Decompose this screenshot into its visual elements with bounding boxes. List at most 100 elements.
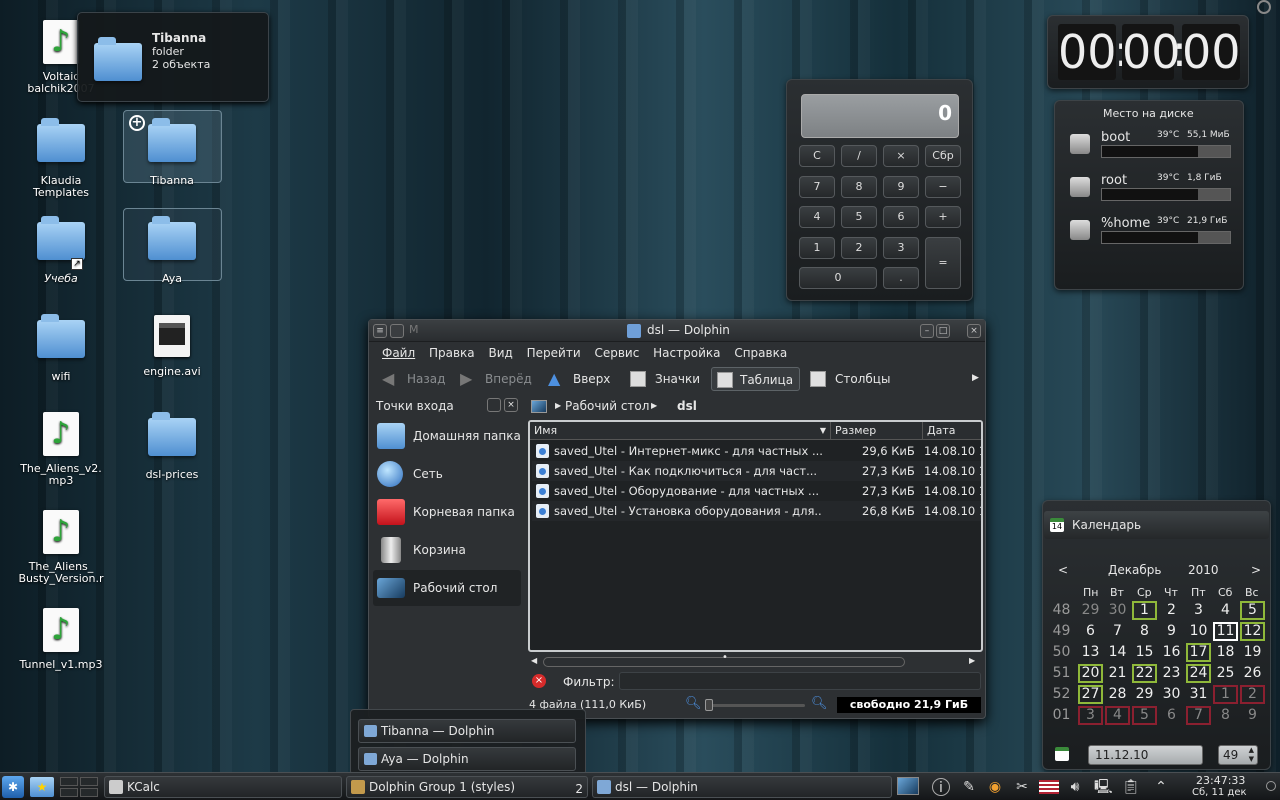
pen-icon[interactable]: ✎	[960, 778, 978, 796]
desktop-icon-klaudia-templates[interactable]: Klaudia Templates	[14, 116, 108, 199]
calc-clear-button[interactable]: C	[799, 145, 835, 167]
menu-view[interactable]: Вид	[483, 343, 517, 363]
calc-1-button[interactable]: 1	[799, 237, 835, 259]
places-item-network[interactable]: Сеть	[373, 456, 521, 492]
window-sticky-button[interactable]	[390, 324, 404, 338]
calendar-day[interactable]: 22	[1132, 664, 1157, 683]
zoom-in-icon[interactable]: 🔍︎	[811, 696, 828, 711]
column-header-date[interactable]: Дата	[922, 422, 981, 440]
menu-file[interactable]: Файл	[377, 343, 420, 363]
calendar-day[interactable]: 20	[1078, 664, 1103, 683]
calc-multiply-button[interactable]: ×	[883, 145, 919, 167]
calc-plus-button[interactable]: +	[925, 206, 961, 228]
pager-desktop-1[interactable]	[60, 777, 78, 786]
calendar-day[interactable]: 5	[1240, 601, 1265, 620]
calendar-day[interactable]: 2	[1159, 601, 1184, 620]
calc-4-button[interactable]: 4	[799, 206, 835, 228]
calendar-day[interactable]: 15	[1132, 643, 1157, 662]
file-row[interactable]: saved_Utel - Как подключиться - для част…	[532, 461, 981, 481]
popup-task-tibanna[interactable]: Tibanna — Dolphin	[358, 719, 576, 743]
view-columns-button[interactable]: Столбцы	[807, 367, 890, 391]
calendar-day[interactable]: 9	[1159, 622, 1184, 641]
calendar-day[interactable]: 31	[1186, 685, 1211, 704]
calendar-day[interactable]: 18	[1213, 643, 1238, 662]
calendar-day[interactable]: 17	[1186, 643, 1211, 662]
filter-input[interactable]	[619, 672, 981, 690]
add-selection-icon[interactable]: +	[129, 115, 145, 131]
calendar-day[interactable]: 19	[1240, 643, 1265, 662]
calendar-year[interactable]: 2010	[1188, 563, 1219, 577]
calendar-day[interactable]: 11	[1213, 622, 1238, 641]
calc-divide-button[interactable]: /	[841, 145, 877, 167]
scroll-right-icon[interactable]: ▶	[969, 656, 975, 665]
calendar-day[interactable]: 26	[1240, 664, 1265, 683]
calendar-day[interactable]: 7	[1186, 706, 1211, 725]
horizontal-scrollbar[interactable]: ◀ • ▶	[529, 652, 981, 668]
scrollbar-handle[interactable]: •	[543, 652, 905, 667]
forward-button[interactable]: ▶ Вперёд	[457, 367, 532, 391]
calendar-day[interactable]: 12	[1240, 622, 1265, 641]
pager-desktop-3[interactable]	[60, 788, 78, 797]
calendar-day[interactable]: 7	[1105, 622, 1130, 641]
task-dolphin-group[interactable]: Dolphin Group 1 (styles) 2	[346, 776, 588, 798]
calendar-day[interactable]: 6	[1078, 622, 1103, 641]
desktop-icon-ucheba[interactable]: ↗ Учеба	[14, 214, 108, 285]
calc-7-button[interactable]: 7	[799, 176, 835, 198]
calendar-day[interactable]: 29	[1132, 685, 1157, 704]
calendar-day[interactable]: 8	[1132, 622, 1157, 641]
window-close-button[interactable]: ×	[967, 324, 981, 338]
calendar-day[interactable]: 10	[1186, 622, 1211, 641]
calc-8-button[interactable]: 8	[841, 176, 877, 198]
tray-expand-icon[interactable]: ⌃	[1152, 778, 1170, 796]
back-button[interactable]: ◀ Назад	[379, 367, 445, 391]
menu-go[interactable]: Перейти	[522, 343, 586, 363]
calendar-month[interactable]: Декабрь	[1108, 563, 1161, 577]
desktop-icon-the-aliens-busty[interactable]: ♪ The_Aliens_ Busty_Version.r	[14, 508, 108, 585]
window-maximize-button[interactable]: □	[936, 324, 950, 338]
calendar-day[interactable]: 8	[1213, 706, 1238, 725]
filter-clear-icon[interactable]: ×	[532, 674, 546, 688]
desktop-icon-dsl-prices[interactable]: dsl-prices	[125, 410, 219, 481]
calendar-day[interactable]: 28	[1105, 685, 1130, 704]
view-table-button[interactable]: Таблица	[711, 367, 801, 391]
breadcrumb-parent[interactable]: Рабочий стол	[565, 399, 649, 413]
calendar-today-icon[interactable]	[1055, 747, 1069, 761]
crumb-separator-icon[interactable]: ▶	[651, 401, 657, 410]
menu-edit[interactable]: Правка	[424, 343, 480, 363]
desktop-icon-engine-avi[interactable]: engine.avi	[125, 312, 219, 378]
calendar-week-spinbox[interactable]: 49 ▲ ▼	[1218, 745, 1258, 765]
calendar-day[interactable]: 2	[1240, 685, 1265, 704]
volume-icon[interactable]: 🔊︎	[1066, 778, 1084, 796]
toolbar-overflow-icon[interactable]: ▶	[972, 373, 979, 383]
places-close-button[interactable]: ×	[504, 398, 518, 412]
favorites-folder-icon[interactable]: ★	[30, 777, 54, 797]
calendar-day[interactable]: 13	[1078, 643, 1103, 662]
calendar-day[interactable]: 23	[1159, 664, 1184, 683]
calc-5-button[interactable]: 5	[841, 206, 877, 228]
desktop-icon-wifi[interactable]: wifi	[14, 312, 108, 383]
places-item-trash[interactable]: Корзина	[373, 532, 521, 568]
window-titlebar[interactable]: ≡ M dsl — Dolphin – □ ×	[369, 320, 985, 342]
calendar-day[interactable]: 30	[1159, 685, 1184, 704]
column-header-size[interactable]: Размер	[830, 422, 922, 440]
places-item-desktop[interactable]: Рабочий стол	[373, 570, 521, 606]
file-row[interactable]: saved_Utel - Установка оборудования - дл…	[532, 501, 981, 521]
task-dolphin[interactable]: dsl — Dolphin	[592, 776, 892, 798]
calendar-day[interactable]: 3	[1186, 601, 1211, 620]
crumb-separator-icon[interactable]: ▶	[555, 401, 561, 410]
calendar-day[interactable]: 30	[1105, 601, 1130, 620]
pager-desktop-2[interactable]	[80, 777, 98, 786]
calc-dot-button[interactable]: .	[883, 267, 919, 289]
calc-equals-button[interactable]: =	[925, 237, 961, 289]
menu-tools[interactable]: Сервис	[589, 343, 644, 363]
task-kcalc[interactable]: KCalc	[104, 776, 342, 798]
scissors-icon[interactable]: ✂	[1013, 778, 1031, 796]
clipboard-icon[interactable]: 📋︎	[1122, 778, 1140, 796]
calendar-day[interactable]: 4	[1213, 601, 1238, 620]
popup-task-aya[interactable]: Aya — Dolphin	[358, 747, 576, 771]
desktop-icon-tunnel[interactable]: ♪ Tunnel_v1.mp3	[14, 606, 108, 671]
column-header-name[interactable]: Имя ▼	[530, 422, 830, 440]
view-icons-button[interactable]: Значки	[627, 367, 700, 391]
menu-settings[interactable]: Настройка	[648, 343, 725, 363]
info-icon[interactable]: i	[932, 778, 950, 796]
